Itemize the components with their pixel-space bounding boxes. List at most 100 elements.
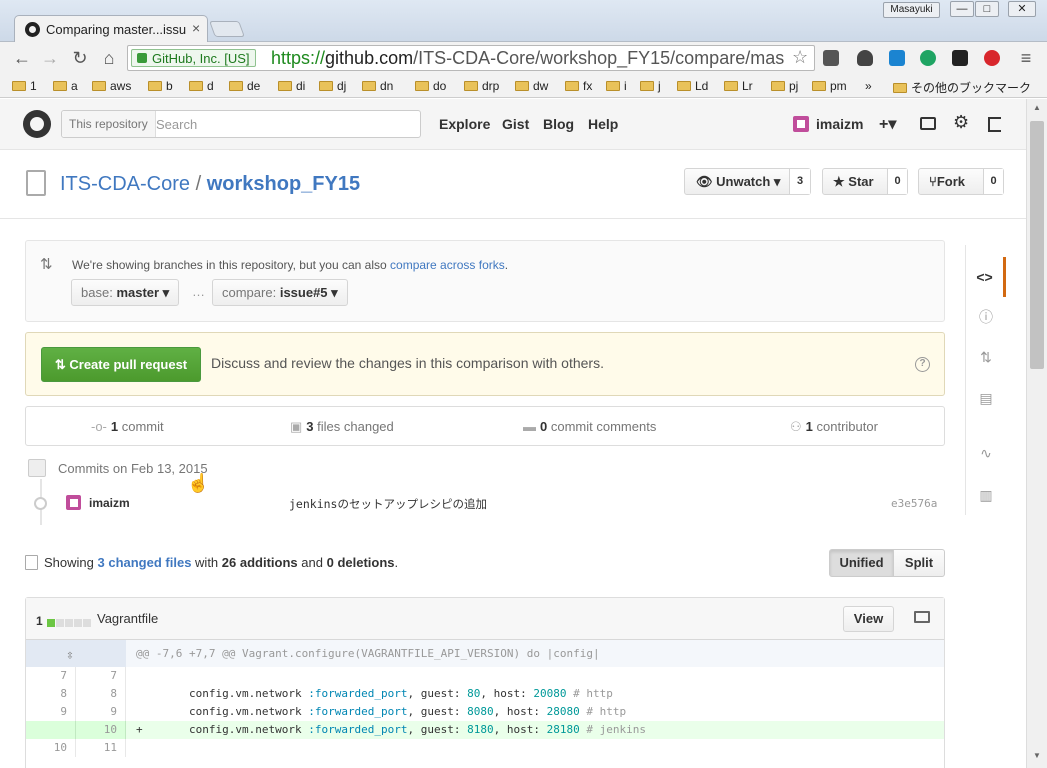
bookmark-folder-6[interactable]: de bbox=[229, 79, 260, 93]
pocket-extension-icon[interactable] bbox=[857, 50, 873, 66]
window-maximize-button[interactable]: □ bbox=[975, 1, 999, 17]
expand-cell[interactable]: ⇳ bbox=[26, 640, 126, 667]
bookmark-folder-8[interactable]: dj bbox=[319, 79, 346, 93]
nav-gist[interactable]: Gist bbox=[502, 116, 529, 132]
browser-menu-icon[interactable]: ≡ bbox=[1016, 48, 1036, 68]
code-nav-icon[interactable]: <> bbox=[966, 257, 1006, 297]
github-logo-icon[interactable] bbox=[23, 110, 51, 138]
home-icon[interactable]: ⌂ bbox=[99, 48, 119, 68]
issues-nav-icon[interactable]: ⓘ bbox=[966, 297, 1006, 337]
wiki-nav-icon[interactable]: ▤ bbox=[966, 378, 1006, 418]
commit-author-link[interactable]: imaizm bbox=[89, 496, 130, 510]
ev-certificate-badge[interactable]: GitHub, Inc. [US] bbox=[131, 49, 256, 67]
other-bookmarks-folder[interactable]: その他のブックマーク bbox=[893, 79, 1031, 96]
bookmark-folder-5[interactable]: d bbox=[189, 79, 214, 93]
commit-message-link[interactable]: jenkinsのセットアップレシピの追加 bbox=[289, 496, 487, 512]
bluebird-extension-icon[interactable] bbox=[889, 50, 905, 66]
nav-blog[interactable]: Blog bbox=[543, 116, 574, 132]
split-view-button[interactable]: Split bbox=[893, 549, 945, 577]
fork-button-group[interactable]: ⑂Fork 0 bbox=[918, 168, 1004, 195]
help-question-icon[interactable]: ? bbox=[915, 357, 930, 372]
commit-sha-link[interactable]: e3e576a bbox=[891, 497, 937, 510]
adblock-extension-icon[interactable] bbox=[984, 50, 1000, 66]
user-avatar[interactable] bbox=[793, 116, 809, 132]
search-input[interactable] bbox=[154, 111, 414, 137]
browser-tab[interactable]: Comparing master...issue × bbox=[14, 15, 208, 43]
compare-branch-select[interactable]: compare: issue#5 ▾ bbox=[212, 279, 348, 306]
new-line-number[interactable]: 8 bbox=[76, 685, 126, 703]
bookmark-folder-14[interactable]: i bbox=[606, 79, 627, 93]
pulse-nav-icon[interactable]: ∿ bbox=[966, 433, 1006, 473]
create-new-icon[interactable]: +▾ bbox=[879, 114, 896, 134]
new-line-number[interactable]: 11 bbox=[76, 739, 126, 757]
stat-files[interactable]: ▣ 3 files changed bbox=[290, 419, 394, 435]
window-minimize-button[interactable]: — bbox=[950, 1, 974, 17]
scrollbar-thumb[interactable] bbox=[1030, 121, 1044, 369]
bookmark-folder-12[interactable]: dw bbox=[515, 79, 548, 93]
bookmark-folder-10[interactable]: do bbox=[415, 79, 446, 93]
bookmark-folder-4[interactable]: b bbox=[148, 79, 173, 93]
base-branch-select[interactable]: base: master ▾ bbox=[71, 279, 180, 306]
watchers-count[interactable]: 3 bbox=[789, 169, 810, 194]
display-rich-diff-icon[interactable] bbox=[914, 611, 930, 623]
stargazers-count[interactable]: 0 bbox=[887, 169, 907, 194]
create-pull-request-button[interactable]: ⇅ Create pull request bbox=[41, 347, 201, 382]
page-scrollbar[interactable]: ▲ ▼ bbox=[1026, 99, 1047, 768]
bookmark-folder-9[interactable]: dn bbox=[362, 79, 393, 93]
file-name[interactable]: Vagrantfile bbox=[97, 611, 158, 626]
old-line-number[interactable]: 8 bbox=[26, 685, 76, 703]
old-line-number[interactable]: 7 bbox=[26, 667, 76, 685]
expand-lines-icon[interactable]: ⇳ bbox=[66, 647, 74, 665]
unwatch-button[interactable]: 👁 Unwatch ▾ bbox=[696, 174, 780, 190]
bookmark-folder-1[interactable]: 1 bbox=[12, 79, 37, 93]
changed-files-link[interactable]: 3 changed files bbox=[98, 555, 192, 570]
dark-extension-icon[interactable] bbox=[952, 50, 968, 66]
forks-count[interactable]: 0 bbox=[983, 169, 1003, 194]
bookmark-folder-2[interactable]: a bbox=[53, 79, 78, 93]
bookmark-folder-18[interactable]: pj bbox=[771, 79, 798, 93]
view-file-button[interactable]: View bbox=[843, 606, 894, 632]
old-line-number[interactable] bbox=[26, 721, 76, 739]
stat-comments[interactable]: ▬ 0 commit comments bbox=[523, 419, 656, 434]
scroll-up-icon[interactable]: ▲ bbox=[1033, 103, 1041, 112]
site-search[interactable]: This repository bbox=[61, 110, 421, 138]
bookmark-folder-11[interactable]: drp bbox=[464, 79, 499, 93]
new-line-number[interactable]: 9 bbox=[76, 703, 126, 721]
stat-commits[interactable]: -o- 1 commit bbox=[91, 419, 164, 434]
bookmark-folder-13[interactable]: fx bbox=[565, 79, 592, 93]
repo-owner-link[interactable]: ITS-CDA-Core bbox=[60, 173, 190, 195]
username-link[interactable]: imaizm bbox=[816, 116, 863, 132]
compare-across-forks-link[interactable]: compare across forks bbox=[390, 258, 505, 272]
browser-user-chip[interactable]: Masayuki bbox=[883, 2, 940, 18]
new-tab-button[interactable] bbox=[209, 21, 245, 37]
repo-name-link[interactable]: workshop_FY15 bbox=[207, 173, 360, 195]
star-button-group[interactable]: ★ Star 0 bbox=[822, 168, 908, 195]
back-icon[interactable]: ← bbox=[12, 48, 32, 68]
commit-author-avatar[interactable] bbox=[66, 495, 81, 510]
window-close-button[interactable]: ✕ bbox=[1008, 1, 1036, 17]
bookmark-folder-3[interactable]: aws bbox=[92, 79, 131, 93]
nav-explore[interactable]: Explore bbox=[439, 116, 490, 132]
bookmark-folder-16[interactable]: Ld bbox=[677, 79, 708, 93]
scroll-down-icon[interactable]: ▼ bbox=[1033, 751, 1041, 760]
green-circle-extension-icon[interactable] bbox=[920, 50, 936, 66]
graphs-nav-icon[interactable]: ▥ bbox=[966, 475, 1006, 515]
star-button[interactable]: ★ Star bbox=[833, 174, 874, 190]
settings-gear-icon[interactable]: ⚙ bbox=[953, 112, 969, 133]
forward-icon[interactable]: → bbox=[40, 48, 60, 68]
bookmark-folder-19[interactable]: pm bbox=[812, 79, 847, 93]
notifications-inbox-icon[interactable] bbox=[920, 117, 936, 130]
unwatch-button-group[interactable]: 👁 Unwatch ▾ 3 bbox=[684, 168, 811, 195]
bookmark-folder-15[interactable]: j bbox=[640, 79, 661, 93]
old-line-number[interactable]: 9 bbox=[26, 703, 76, 721]
bookmark-folder-7[interactable]: di bbox=[278, 79, 305, 93]
sign-out-icon[interactable] bbox=[988, 117, 1001, 132]
bookmark-folder-17[interactable]: Lr bbox=[724, 79, 753, 93]
new-line-number[interactable]: 10 bbox=[76, 721, 126, 739]
new-line-number[interactable]: 7 bbox=[76, 667, 126, 685]
more-bookmarks-icon[interactable]: » bbox=[865, 79, 872, 93]
url-text[interactable]: https://github.com/ITS-CDA-Core/workshop… bbox=[271, 47, 789, 69]
reload-icon[interactable]: ↻ bbox=[70, 48, 90, 68]
bookmark-star-icon[interactable]: ☆ bbox=[792, 47, 808, 68]
old-line-number[interactable]: 10 bbox=[26, 739, 76, 757]
